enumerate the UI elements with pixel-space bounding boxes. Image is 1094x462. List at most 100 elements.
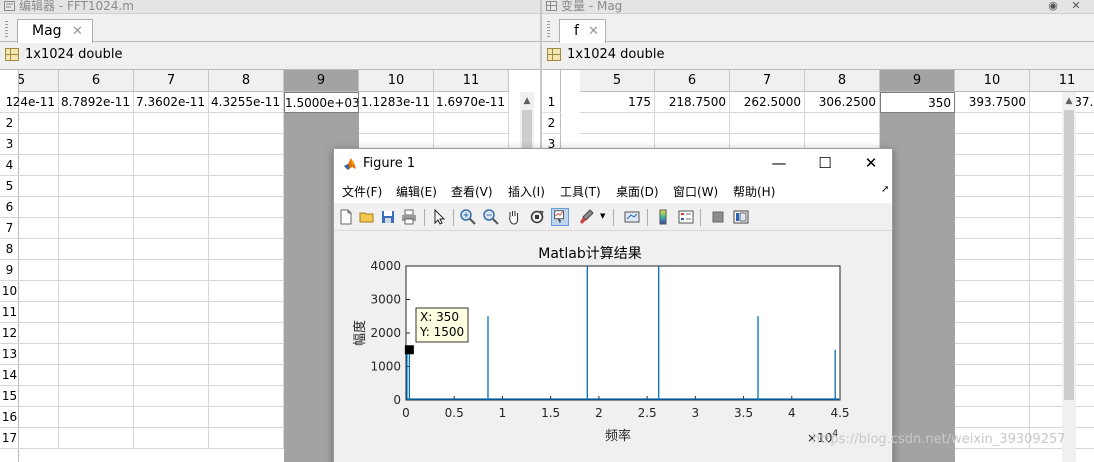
table-cell[interactable]: [730, 113, 805, 134]
table-cell[interactable]: [209, 323, 284, 344]
table-cell[interactable]: [955, 155, 1030, 176]
table-cell[interactable]: [955, 323, 1030, 344]
menu-edit[interactable]: 编辑(E): [396, 183, 437, 200]
rotate-icon[interactable]: [528, 208, 546, 226]
table-cell[interactable]: [209, 113, 284, 134]
table-cell[interactable]: [955, 176, 1030, 197]
table-cell[interactable]: [59, 365, 134, 386]
table-cell[interactable]: [955, 134, 1030, 155]
table-cell[interactable]: 1.1283e-11: [359, 92, 434, 113]
drag-grip[interactable]: [547, 21, 550, 37]
table-cell[interactable]: 1.6970e-11: [434, 92, 509, 113]
brush-dropdown-icon[interactable]: ▼: [600, 212, 605, 220]
colorbar-icon[interactable]: [654, 208, 672, 226]
drag-grip[interactable]: [5, 21, 8, 37]
open-icon[interactable]: [358, 208, 376, 226]
table-cell[interactable]: 350: [880, 92, 955, 113]
close-button[interactable]: ✕: [848, 149, 892, 178]
data-tip-marker[interactable]: [404, 345, 414, 355]
table-cell[interactable]: [0, 113, 59, 134]
table-cell[interactable]: [59, 197, 134, 218]
table-cell[interactable]: [434, 113, 509, 134]
table-cell[interactable]: [805, 113, 880, 134]
column-header[interactable]: 11: [1030, 70, 1094, 92]
table-cell[interactable]: [955, 365, 1030, 386]
table-cell[interactable]: [59, 134, 134, 155]
zoom-out-icon[interactable]: [482, 208, 500, 226]
link-icon[interactable]: [623, 208, 641, 226]
table-cell[interactable]: [0, 407, 59, 428]
table-cell[interactable]: 1.5000e+03: [284, 92, 359, 113]
table-cell[interactable]: [209, 197, 284, 218]
figure-titlebar[interactable]: Figure 1 — ☐ ✕: [334, 149, 892, 178]
column-header[interactable]: 6: [655, 70, 730, 92]
minimize-button[interactable]: —: [756, 149, 802, 178]
hide-plot-tools-icon[interactable]: [709, 208, 727, 226]
table-cell[interactable]: [955, 302, 1030, 323]
column-header[interactable]: 10: [359, 70, 434, 92]
table-cell[interactable]: [134, 302, 209, 323]
table-cell[interactable]: [209, 218, 284, 239]
table-cell[interactable]: [209, 176, 284, 197]
table-cell[interactable]: 7.3602e-11: [134, 92, 209, 113]
table-cell[interactable]: [59, 428, 134, 449]
table-cell[interactable]: [0, 386, 59, 407]
table-cell[interactable]: [955, 281, 1030, 302]
table-cell[interactable]: [59, 239, 134, 260]
table-cell[interactable]: [209, 365, 284, 386]
table-cell[interactable]: [209, 281, 284, 302]
column-header[interactable]: 9: [880, 70, 955, 92]
table-cell[interactable]: [134, 197, 209, 218]
table-cell[interactable]: [134, 386, 209, 407]
table-cell[interactable]: [134, 323, 209, 344]
table-cell[interactable]: 218.7500: [655, 92, 730, 113]
table-cell[interactable]: [59, 302, 134, 323]
menu-view[interactable]: 查看(V): [451, 183, 493, 200]
menu-help[interactable]: 帮助(H): [733, 183, 775, 200]
table-cell[interactable]: [0, 197, 59, 218]
table-cell[interactable]: [209, 302, 284, 323]
table-cell[interactable]: [209, 344, 284, 365]
show-plot-tools-icon[interactable]: [732, 208, 750, 226]
column-header[interactable]: 7: [134, 70, 209, 92]
column-header[interactable]: 10: [955, 70, 1030, 92]
pointer-icon[interactable]: [430, 208, 448, 226]
table-cell[interactable]: [134, 176, 209, 197]
panel-menu-icon[interactable]: ◉: [1047, 0, 1059, 12]
column-header[interactable]: 5: [580, 70, 655, 92]
menu-file[interactable]: 文件(F): [342, 183, 382, 200]
scroll-up-icon[interactable]: ▲: [520, 96, 534, 106]
save-icon[interactable]: [379, 208, 397, 226]
column-header[interactable]: 7: [730, 70, 805, 92]
table-cell[interactable]: [209, 239, 284, 260]
zoom-in-icon[interactable]: [459, 208, 477, 226]
table-cell[interactable]: [209, 407, 284, 428]
table-cell[interactable]: [209, 386, 284, 407]
row-number[interactable]: 1: [542, 92, 561, 113]
scrollbar-thumb[interactable]: [1064, 110, 1074, 400]
column-header[interactable]: 11: [434, 70, 509, 92]
table-cell[interactable]: [0, 323, 59, 344]
maximize-button[interactable]: ☐: [802, 149, 848, 178]
close-icon[interactable]: ✕: [72, 24, 83, 39]
table-cell[interactable]: [134, 365, 209, 386]
table-cell[interactable]: [0, 239, 59, 260]
data-cursor-icon[interactable]: [551, 208, 569, 226]
table-cell[interactable]: [59, 281, 134, 302]
menu-tools[interactable]: 工具(T): [560, 183, 601, 200]
table-cell[interactable]: [209, 134, 284, 155]
pan-icon[interactable]: [505, 208, 523, 226]
plot-axes[interactable]: Matlab计算结果 0 0.5 1 1.5 2 2.5 3 3.5 4 4.5 0 1000 200…: [334, 232, 893, 462]
table-cell[interactable]: [209, 428, 284, 449]
table-cell[interactable]: [955, 113, 1030, 134]
table-cell[interactable]: [359, 113, 434, 134]
column-header[interactable]: 9: [284, 70, 359, 92]
table-cell[interactable]: [0, 176, 59, 197]
table-cell[interactable]: [134, 218, 209, 239]
table-cell[interactable]: 8.7892e-11: [59, 92, 134, 113]
table-cell[interactable]: [59, 155, 134, 176]
table-cell[interactable]: [134, 428, 209, 449]
table-cell[interactable]: [134, 281, 209, 302]
table-cell[interactable]: [59, 344, 134, 365]
tab-mag[interactable]: Mag ✕: [17, 19, 93, 43]
